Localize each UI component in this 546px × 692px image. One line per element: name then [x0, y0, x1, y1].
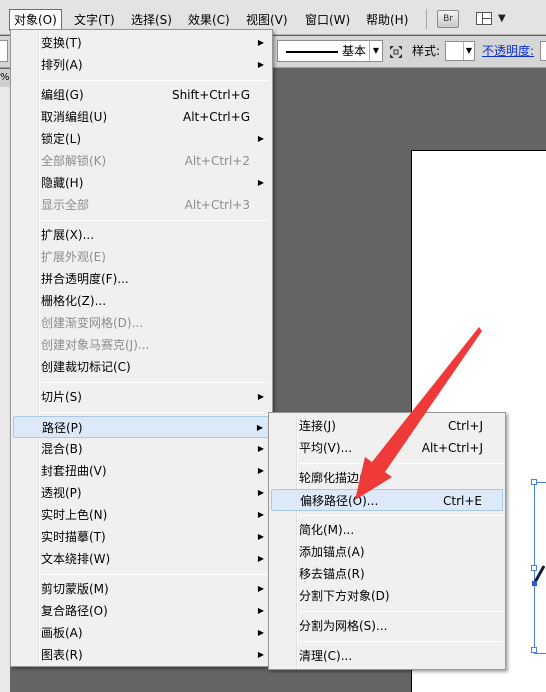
- submenu-arrow-icon: ▶: [257, 466, 264, 475]
- menu-item-lock[interactable]: 锁定(L) ▶: [13, 128, 270, 150]
- selection-handle[interactable]: [531, 647, 537, 653]
- dropdown-arrow-icon: ▼: [463, 42, 474, 60]
- control-field-stub[interactable]: [0, 40, 8, 62]
- dropdown-arrow-icon: ▼: [498, 13, 506, 24]
- opacity-link[interactable]: 不透明度:: [482, 40, 534, 62]
- menu-item-remove-anchor-points[interactable]: 移去锚点(R): [271, 563, 503, 585]
- selection-handle[interactable]: [531, 479, 537, 485]
- menu-separator: [41, 412, 269, 413]
- transform-reset-icon[interactable]: [390, 46, 402, 58]
- menu-item-flatten-transparency[interactable]: 拼合透明度(F)...: [13, 268, 270, 290]
- menu-item-add-anchor-points[interactable]: 添加锚点(A): [271, 541, 503, 563]
- submenu-arrow-icon: ▶: [257, 444, 264, 453]
- submenu-arrow-icon: ▶: [257, 488, 264, 497]
- workspace-switcher-button[interactable]: ▼: [474, 10, 514, 28]
- menu-item-envelope-distort[interactable]: 封套扭曲(V) ▶: [13, 460, 270, 482]
- object-menu: 变换(T) ▶ 排列(A) ▶ 编组(G) Shift+Ctrl+G 取消编组(U) A…: [10, 29, 273, 667]
- menu-item-create-trim-marks[interactable]: 创建裁切标记(C): [13, 356, 270, 378]
- menu-item-rasterize[interactable]: 栅格化(Z)...: [13, 290, 270, 312]
- menu-item-split-into-grid[interactable]: 分割为网格(S)...: [271, 615, 503, 637]
- menu-separator: [299, 515, 503, 516]
- path-submenu: 连接(J) Ctrl+J 平均(V)... Alt+Ctrl+J 轮廓化描边(U) …: [268, 412, 506, 670]
- menu-effect[interactable]: 效果(C): [183, 9, 235, 31]
- menubar-divider: [426, 9, 427, 29]
- submenu-arrow-icon: ▶: [257, 650, 264, 659]
- menu-item-path[interactable]: 路径(P) ▶: [13, 416, 270, 438]
- submenu-arrow-icon: ▶: [257, 606, 264, 615]
- menu-item-clean-up[interactable]: 清理(C)...: [271, 645, 503, 667]
- menu-item-offset-path[interactable]: 偏移路径(O)... Ctrl+E: [271, 489, 503, 511]
- menu-item-compound-path[interactable]: 复合路径(O) ▶: [13, 600, 270, 622]
- menu-item-outline-stroke[interactable]: 轮廓化描边(U): [271, 467, 503, 489]
- submenu-arrow-icon: ▶: [257, 584, 264, 593]
- submenu-arrow-icon: ▶: [256, 423, 263, 432]
- menu-item-show-all: 显示全部 Alt+Ctrl+3: [41, 198, 250, 212]
- submenu-arrow-icon: ▶: [257, 60, 264, 69]
- menu-item-hide[interactable]: 隐藏(H) ▶: [13, 172, 270, 194]
- stroke-profile-select[interactable]: 基本 ▼: [277, 40, 383, 62]
- menu-separator: [299, 463, 503, 464]
- style-label: 样式:: [412, 44, 441, 58]
- menu-item-expand[interactable]: 扩展(X)...: [13, 224, 270, 246]
- menu-item-group[interactable]: 编组(G) Shift+Ctrl+G: [13, 84, 270, 106]
- menu-view[interactable]: 视图(V): [241, 9, 293, 31]
- menu-type[interactable]: 文字(T): [69, 9, 120, 31]
- menu-item-artboards[interactable]: 画板(A) ▶: [13, 622, 270, 644]
- menu-help[interactable]: 帮助(H): [361, 9, 413, 31]
- submenu-arrow-icon: ▶: [257, 554, 264, 563]
- graphic-style-select[interactable]: ▼: [445, 41, 475, 61]
- menu-separator: [41, 382, 269, 383]
- menu-separator: [41, 574, 269, 575]
- menu-item-average[interactable]: 平均(V)... Alt+Ctrl+J: [271, 437, 503, 459]
- menu-item-graph[interactable]: 图表(R) ▶: [13, 644, 270, 666]
- submenu-arrow-icon: ▶: [257, 510, 264, 519]
- menu-object[interactable]: 对象(O): [9, 9, 62, 31]
- stroke-profile-label: 基本: [342, 44, 367, 58]
- menu-select[interactable]: 选择(S): [126, 9, 177, 31]
- menu-item-live-paint[interactable]: 实时上色(N) ▶: [13, 504, 270, 526]
- menu-window[interactable]: 窗口(W): [300, 9, 355, 31]
- submenu-arrow-icon: ▶: [257, 38, 264, 47]
- selected-path-stroke: [532, 565, 546, 586]
- submenu-arrow-icon: ▶: [257, 392, 264, 401]
- tools-panel-edge: [0, 87, 10, 692]
- menu-item-clipping-mask[interactable]: 剪切蒙版(M) ▶: [13, 578, 270, 600]
- menu-item-create-gradient-mesh: 创建渐变网格(D)...: [41, 316, 144, 330]
- menu-separator: [299, 641, 503, 642]
- submenu-arrow-icon: ▶: [257, 134, 264, 143]
- submenu-arrow-icon: ▶: [257, 178, 264, 187]
- menu-item-divide-objects-below[interactable]: 分割下方对象(D): [271, 585, 503, 607]
- menu-item-slice[interactable]: 切片(S) ▶: [13, 386, 270, 408]
- menu-item-arrange[interactable]: 排列(A) ▶: [13, 54, 270, 76]
- menu-item-blend[interactable]: 混合(B) ▶: [13, 438, 270, 460]
- submenu-arrow-icon: ▶: [257, 532, 264, 541]
- menu-separator: [299, 611, 503, 612]
- dropdown-arrow-icon: ▼: [369, 41, 382, 61]
- menu-item-ungroup[interactable]: 取消编组(U) Alt+Ctrl+G: [13, 106, 270, 128]
- menu-item-transform[interactable]: 变换(T) ▶: [13, 32, 270, 54]
- menu-item-unlock-all: 全部解锁(K) Alt+Ctrl+2: [41, 154, 250, 168]
- opacity-input[interactable]: [540, 41, 546, 61]
- stroke-preview-line: [286, 51, 338, 53]
- menu-separator: [41, 80, 269, 81]
- layout-grid-icon: [476, 12, 492, 25]
- menu-separator: [41, 220, 269, 221]
- menu-item-perspective[interactable]: 透视(P) ▶: [13, 482, 270, 504]
- submenu-arrow-icon: ▶: [257, 628, 264, 637]
- menu-item-create-object-mosaic: 创建对象马赛克(J)...: [41, 338, 150, 352]
- document-tab[interactable]: %: [0, 69, 10, 87]
- menu-item-simplify[interactable]: 简化(M)...: [271, 519, 503, 541]
- menu-item-live-trace[interactable]: 实时描摹(T) ▶: [13, 526, 270, 548]
- bridge-button[interactable]: Br: [437, 10, 459, 28]
- menu-item-text-wrap[interactable]: 文本绕排(W) ▶: [13, 548, 270, 570]
- menu-item-join[interactable]: 连接(J) Ctrl+J: [271, 415, 503, 437]
- menu-item-expand-appearance: 扩展外观(E): [41, 250, 106, 264]
